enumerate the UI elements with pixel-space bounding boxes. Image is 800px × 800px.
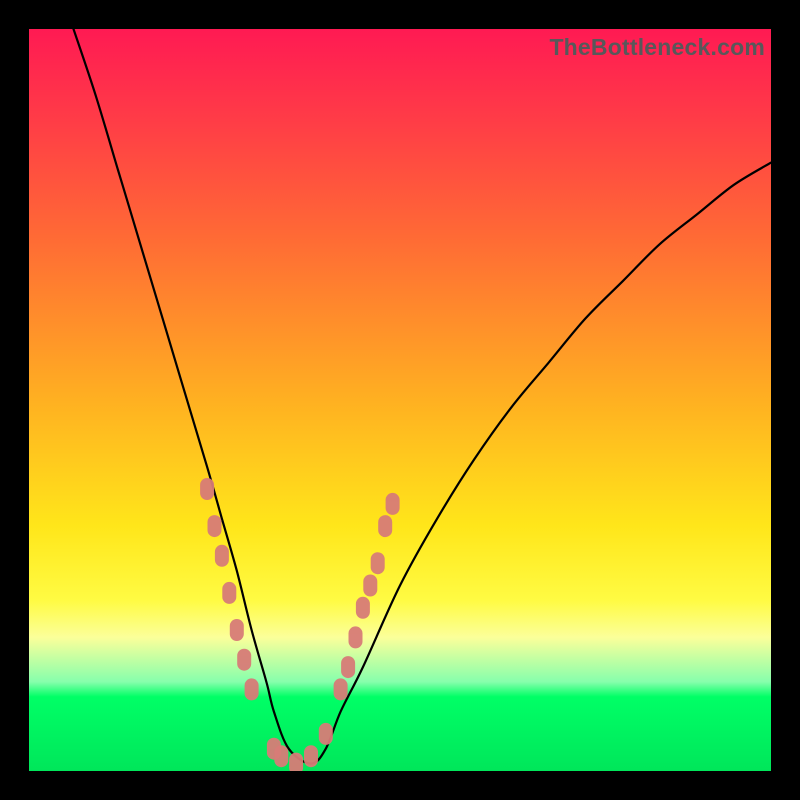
marker-point [349,626,363,648]
marker-point [208,515,222,537]
marker-point [334,678,348,700]
marker-point [386,493,400,515]
marker-point [378,515,392,537]
bottleneck-curve [74,29,772,764]
marker-point [289,753,303,771]
marker-point [341,656,355,678]
marker-point [245,678,259,700]
marker-point [215,545,229,567]
marker-point [200,478,214,500]
chart-frame: TheBottleneck.com [0,0,800,800]
plot-area: TheBottleneck.com [29,29,771,771]
marker-point [319,723,333,745]
marker-point [304,745,318,767]
marker-point [237,649,251,671]
marker-point [230,619,244,641]
marker-point [356,597,370,619]
marker-point [274,745,288,767]
chart-svg [29,29,771,771]
marker-cluster [200,478,400,771]
marker-point [371,552,385,574]
marker-point [222,582,236,604]
marker-point [363,575,377,597]
